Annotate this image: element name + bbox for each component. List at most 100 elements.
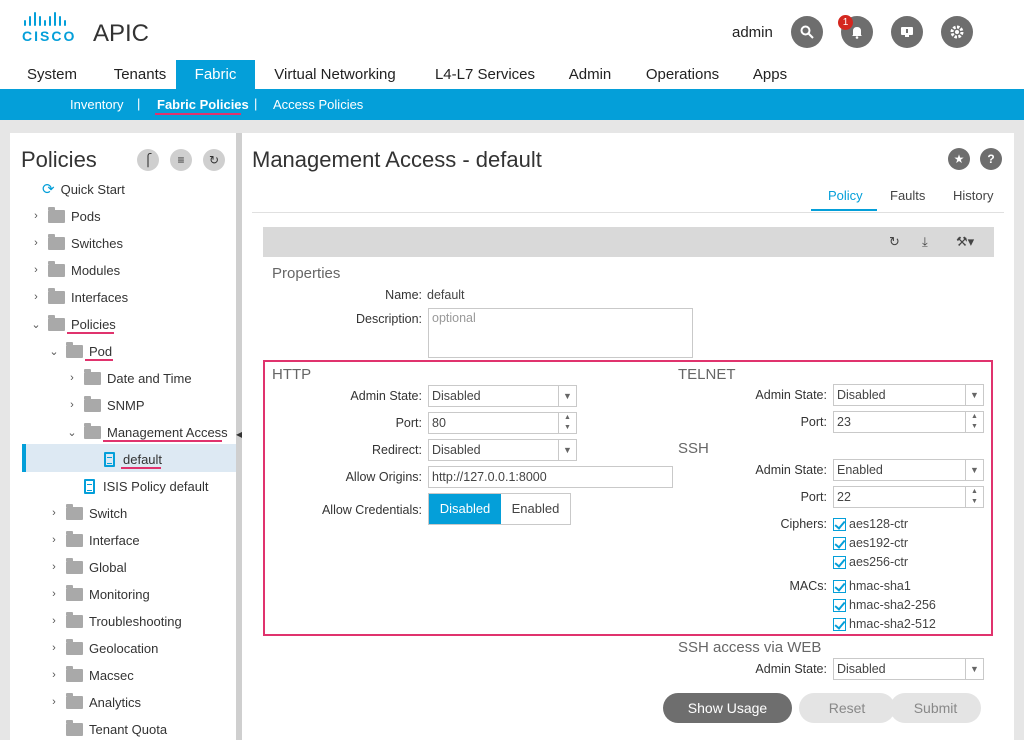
chevron-right-icon[interactable]: › — [48, 561, 60, 573]
allow-origins-input[interactable]: http://127.0.0.1:8000 — [428, 466, 673, 488]
tools-dropdown-icon[interactable]: ⚒▾ — [956, 234, 974, 250]
tree-item-geolocation[interactable]: › Geolocation — [48, 637, 158, 659]
subnav-access-policies[interactable]: Access Policies — [273, 97, 363, 112]
subnav-separator: | — [137, 96, 141, 111]
tree-item-global[interactable]: › Global — [48, 556, 127, 578]
http-port-stepper[interactable]: 80 ▲ ▼ — [428, 412, 577, 434]
cipher-checkbox-aes192-ctr[interactable]: aes192-ctr — [833, 535, 908, 551]
tab-fabric[interactable]: Fabric — [176, 60, 255, 89]
checkbox-checked-icon[interactable] — [833, 598, 846, 612]
tree-item-pods[interactable]: › Pods — [30, 205, 101, 227]
refresh-icon[interactable]: ↻ — [889, 234, 900, 250]
mac-checkbox-hmac-sha1[interactable]: hmac-sha1 — [833, 578, 911, 594]
tab-operations[interactable]: Operations — [625, 60, 740, 89]
description-field[interactable]: optional — [428, 308, 693, 358]
chevron-right-icon[interactable]: › — [30, 210, 42, 222]
checkbox-checked-icon[interactable] — [833, 579, 846, 593]
search-button[interactable] — [791, 16, 823, 48]
checkbox-checked-icon[interactable] — [833, 555, 846, 569]
stepper-arrows-icon[interactable]: ▲ ▼ — [965, 412, 983, 432]
cipher-checkbox-aes128-ctr[interactable]: aes128-ctr — [833, 516, 908, 532]
tree-item-switch[interactable]: › Switch — [48, 502, 127, 524]
chevron-right-icon[interactable]: › — [66, 372, 78, 384]
tree-item-troubleshooting[interactable]: › Troubleshooting — [48, 610, 182, 632]
chevron-down-icon: ▼ — [558, 386, 576, 406]
allow-credentials-enabled-option[interactable]: Enabled — [501, 494, 570, 524]
active-tab-indicator — [811, 209, 877, 211]
tree-item-tenant-quota[interactable]: Tenant Quota — [60, 718, 167, 740]
subnav-inventory[interactable]: Inventory — [70, 97, 123, 112]
tab-apps[interactable]: Apps — [740, 60, 800, 89]
chevron-right-icon[interactable]: › — [48, 669, 60, 681]
tab-l4-l7-services[interactable]: L4-L7 Services — [415, 60, 555, 89]
chevron-right-icon[interactable]: › — [48, 696, 60, 708]
stepper-arrows-icon[interactable]: ▲ ▼ — [965, 487, 983, 507]
checkbox-checked-icon[interactable] — [833, 517, 846, 531]
tree-item-date-and-time[interactable]: › Date and Time — [66, 367, 192, 389]
ssh-admin-state-select[interactable]: Enabled ▼ — [833, 459, 984, 481]
tab-admin[interactable]: Admin — [555, 60, 625, 89]
tab-system[interactable]: System — [0, 60, 104, 89]
tree-item-isis-policy-default[interactable]: ISIS Policy default — [80, 475, 209, 497]
tab-tenants[interactable]: Tenants — [104, 60, 176, 89]
download-icon[interactable]: ⤓ — [922, 234, 928, 250]
tab-history[interactable]: History — [953, 188, 993, 203]
mac-checkbox-hmac-sha2-256[interactable]: hmac-sha2-256 — [833, 597, 936, 613]
chevron-down-icon[interactable]: ⌄ — [48, 345, 60, 358]
chevron-right-icon[interactable]: › — [48, 642, 60, 654]
http-admin-state-select[interactable]: Disabled ▼ — [428, 385, 577, 407]
filter-button[interactable]: ≡ — [170, 149, 192, 171]
subnav-fabric-policies[interactable]: Fabric Policies — [157, 97, 249, 112]
tab-virtual-networking[interactable]: Virtual Networking — [255, 60, 415, 89]
user-name[interactable]: admin — [732, 24, 773, 41]
tree-item-switches[interactable]: › Switches — [30, 232, 123, 254]
chevron-right-icon[interactable]: › — [30, 291, 42, 303]
http-port-label: Port: — [395, 416, 422, 430]
checkbox-checked-icon[interactable] — [833, 536, 846, 550]
ssh-admin-state-label: Admin State: — [755, 463, 827, 477]
folder-icon — [66, 692, 83, 709]
chevron-down-icon[interactable]: ⌄ — [30, 318, 42, 331]
chevron-right-icon[interactable]: › — [48, 615, 60, 627]
favorite-button[interactable]: ★ — [948, 148, 970, 170]
chevron-right-icon[interactable]: › — [30, 264, 42, 276]
allow-credentials-disabled-option[interactable]: Disabled — [429, 494, 501, 524]
tree-item-analytics[interactable]: › Analytics — [48, 691, 141, 713]
chevron-right-icon[interactable]: › — [48, 507, 60, 519]
tree-item-quick-start[interactable]: ⟳ Quick Start — [42, 178, 125, 200]
annotation-underline — [103, 440, 222, 442]
refresh-button[interactable]: ↻ — [203, 149, 225, 171]
folder-icon — [48, 287, 65, 304]
screen-button[interactable] — [891, 16, 923, 48]
cipher-checkbox-aes256-ctr[interactable]: aes256-ctr — [833, 554, 908, 570]
telnet-port-stepper[interactable]: 23 ▲ ▼ — [833, 411, 984, 433]
chevron-right-icon[interactable]: › — [30, 237, 42, 249]
help-button[interactable]: ? — [980, 148, 1002, 170]
show-usage-button[interactable]: Show Usage — [663, 693, 792, 723]
tab-faults[interactable]: Faults — [890, 188, 925, 203]
tab-policy[interactable]: Policy — [828, 188, 863, 203]
tree-item-snmp[interactable]: › SNMP — [66, 394, 145, 416]
name-value: default — [427, 288, 465, 302]
tree-item-macsec[interactable]: › Macsec — [48, 664, 134, 686]
tree-item-monitoring[interactable]: › Monitoring — [48, 583, 150, 605]
pin-button[interactable]: ⎧ — [137, 149, 159, 171]
tree-item-interfaces[interactable]: › Interfaces — [30, 286, 128, 308]
stepper-arrows-icon[interactable]: ▲ ▼ — [558, 413, 576, 433]
chevron-right-icon[interactable]: › — [48, 534, 60, 546]
tree-item-modules[interactable]: › Modules — [30, 259, 120, 281]
chevron-right-icon[interactable]: › — [48, 588, 60, 600]
folder-icon — [66, 530, 83, 547]
tree-item-interface[interactable]: › Interface — [48, 529, 140, 551]
ssh-port-stepper[interactable]: 22 ▲ ▼ — [833, 486, 984, 508]
mac-checkbox-hmac-sha2-512[interactable]: hmac-sha2-512 — [833, 616, 936, 632]
http-redirect-select[interactable]: Disabled ▼ — [428, 439, 577, 461]
submit-button[interactable]: Submit — [890, 693, 981, 723]
chevron-right-icon[interactable]: › — [66, 399, 78, 411]
reset-button[interactable]: Reset — [799, 693, 895, 723]
settings-button[interactable] — [941, 16, 973, 48]
checkbox-checked-icon[interactable] — [833, 617, 846, 631]
telnet-admin-state-select[interactable]: Disabled ▼ — [833, 384, 984, 406]
chevron-down-icon[interactable]: ⌄ — [66, 426, 78, 439]
ssh-web-admin-state-select[interactable]: Disabled ▼ — [833, 658, 984, 680]
